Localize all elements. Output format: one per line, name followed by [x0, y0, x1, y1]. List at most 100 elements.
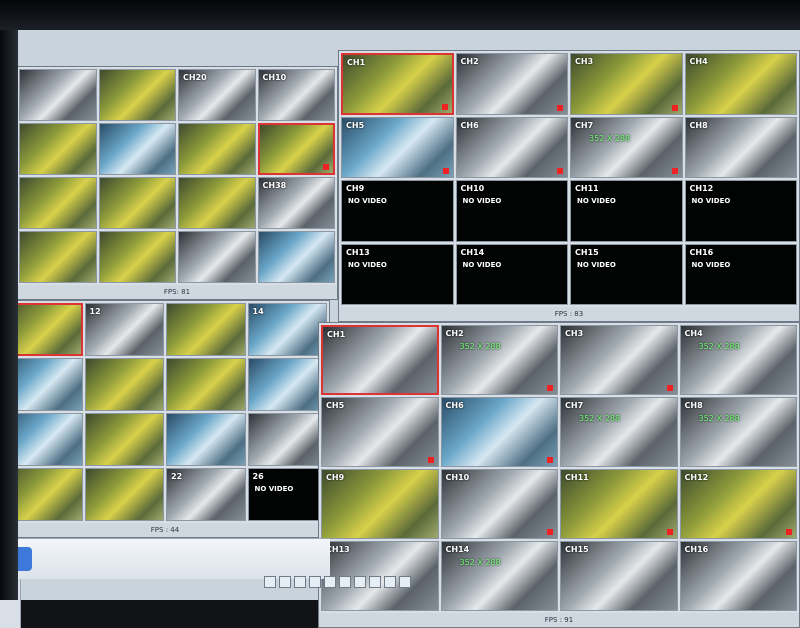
record-indicator-icon	[441, 103, 448, 110]
camera-tile-active[interactable]: CH1	[321, 325, 439, 395]
camera-tile[interactable]: CH16	[679, 541, 797, 611]
camera-tile[interactable]: CH12	[679, 469, 797, 539]
camera-tile[interactable]: CH14 352 X 288	[440, 541, 558, 611]
camera-tile[interactable]: CH10	[257, 69, 335, 121]
camera-tile[interactable]	[166, 303, 246, 356]
camera-tile[interactable]: CH3	[560, 325, 678, 395]
camera-tile-no-video[interactable]: CH15 NO VIDEO	[570, 243, 683, 305]
control-button-icon[interactable]	[354, 576, 366, 588]
camera-tile[interactable]: CH5	[321, 397, 439, 467]
camera-tile[interactable]	[166, 413, 246, 466]
control-button-icon[interactable]	[309, 576, 321, 588]
camera-tile[interactable]: CH4 352 X 288	[679, 325, 797, 395]
camera-grid-top-right: CH1 CH2 CH3 CH4 CH5 CH6 CH7 352 X 288 CH8…	[339, 51, 799, 307]
camera-tile[interactable]	[247, 358, 327, 411]
channel-label: CH6	[460, 120, 479, 130]
camera-tile[interactable]	[19, 123, 97, 175]
camera-tile[interactable]: CH4	[684, 53, 797, 115]
record-indicator-icon	[666, 385, 673, 391]
camera-tile[interactable]: CH15	[560, 541, 678, 611]
camera-tile[interactable]	[19, 177, 97, 229]
camera-tile[interactable]	[178, 231, 256, 283]
camera-tile[interactable]: CH7 352 X 288	[570, 116, 683, 178]
playback-controls	[264, 576, 411, 590]
channel-label: CH10	[445, 473, 470, 482]
control-button-icon[interactable]	[324, 576, 336, 588]
control-button-icon[interactable]	[399, 576, 411, 588]
camera-grid-bottom-right: CH1 CH2 352 X 288 CH3 CH4 352 X 288 CH5 CH…	[319, 323, 799, 613]
channel-label: CH10	[262, 73, 287, 82]
camera-tile[interactable]: CH8	[684, 116, 797, 178]
channel-label: CH15	[575, 247, 599, 257]
camera-tile-no-video[interactable]: CH9 NO VIDEO	[341, 180, 454, 242]
camera-tile[interactable]: CH7 352 X 288	[560, 397, 678, 467]
camera-tile[interactable]	[98, 231, 176, 283]
camera-tile[interactable]: CH2 352 X 288	[440, 325, 558, 395]
camera-tile[interactable]: CH9	[321, 469, 439, 539]
camera-tile[interactable]	[19, 231, 97, 283]
camera-tile[interactable]: CH3	[570, 53, 683, 115]
camera-tile[interactable]: CH2	[455, 53, 568, 115]
resolution-label: 352 X 288	[589, 133, 631, 143]
camera-tile[interactable]: 14	[247, 303, 327, 356]
channel-label: CH8	[684, 401, 703, 410]
camera-tile-no-video[interactable]: CH13 NO VIDEO	[341, 243, 454, 305]
camera-tile[interactable]	[84, 468, 164, 521]
camera-tile[interactable]	[98, 69, 176, 121]
channel-label: CH5	[346, 120, 365, 130]
record-indicator-icon	[557, 168, 563, 174]
camera-tile-no-video[interactable]: CH11 NO VIDEO	[570, 180, 683, 242]
control-button-icon[interactable]	[369, 576, 381, 588]
camera-tile[interactable]	[257, 231, 335, 283]
channel-label: 12	[89, 307, 101, 316]
record-indicator-icon	[666, 529, 673, 535]
channel-label: 26	[252, 472, 264, 481]
camera-tile-active[interactable]	[257, 123, 335, 175]
no-video-label: NO VIDEO	[462, 197, 502, 205]
camera-tile[interactable]	[247, 413, 327, 466]
camera-tile[interactable]	[98, 177, 176, 229]
monitor-bezel-left	[0, 30, 18, 600]
camera-tile[interactable]: CH6	[455, 116, 568, 178]
camera-tile[interactable]	[98, 123, 176, 175]
channel-label: CH8	[689, 120, 708, 130]
camera-tile[interactable]	[178, 177, 256, 229]
record-indicator-icon	[557, 104, 563, 111]
channel-label: CH3	[575, 57, 594, 66]
channel-label: CH38	[262, 181, 287, 190]
control-button-icon[interactable]	[384, 576, 396, 588]
camera-tile[interactable]	[84, 413, 164, 466]
camera-tile[interactable]: CH8 352 X 288	[679, 397, 797, 467]
camera-tile[interactable]: CH5	[341, 116, 454, 178]
camera-tile[interactable]: 12	[84, 303, 164, 356]
camera-tile[interactable]: CH11	[560, 469, 678, 539]
resolution-label: 352 X 288	[459, 558, 501, 567]
record-indicator-icon	[671, 104, 678, 111]
channel-label: CH16	[684, 545, 709, 554]
camera-tile[interactable]	[166, 358, 246, 411]
camera-tile[interactable]: 22	[166, 468, 246, 521]
control-button-icon[interactable]	[264, 576, 276, 588]
control-button-icon[interactable]	[279, 576, 291, 588]
record-indicator-icon	[547, 385, 553, 391]
channel-label: CH7	[575, 120, 594, 130]
camera-tile[interactable]: CH20	[178, 69, 256, 121]
camera-tile-no-video[interactable]: CH14 NO VIDEO	[455, 243, 568, 305]
camera-tile[interactable]	[178, 123, 256, 175]
camera-tile-active[interactable]: CH1	[341, 53, 454, 115]
camera-tile-no-video[interactable]: CH16 NO VIDEO	[684, 243, 797, 305]
control-button-icon[interactable]	[294, 576, 306, 588]
camera-tile-no-video[interactable]: 26 NO VIDEO	[247, 468, 327, 521]
control-button-icon[interactable]	[339, 576, 351, 588]
camera-quad-top-left: CH20 CH10 CH38 FPS: 81	[16, 66, 338, 300]
camera-tile[interactable]	[19, 69, 97, 121]
resolution-label: 352 X 288	[698, 342, 740, 351]
channel-label: CH1	[347, 58, 366, 67]
camera-tile[interactable]: CH10	[440, 469, 558, 539]
camera-tile-no-video[interactable]: CH10 NO VIDEO	[455, 180, 568, 242]
camera-tile[interactable]	[84, 358, 164, 411]
camera-tile[interactable]: CH38	[257, 177, 335, 229]
camera-tile[interactable]: CH6	[440, 397, 558, 467]
no-video-label: NO VIDEO	[462, 260, 502, 269]
camera-tile-no-video[interactable]: CH12 NO VIDEO	[684, 180, 797, 242]
